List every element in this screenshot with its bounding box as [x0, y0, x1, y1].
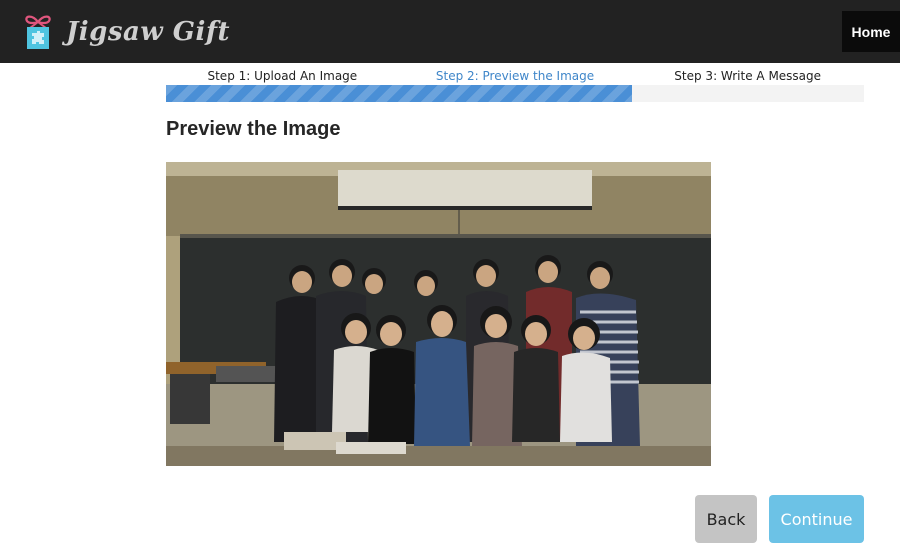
step-preview[interactable]: Step 2: Preview the Image: [399, 69, 632, 85]
brand-name: Jigsaw Gift: [66, 17, 231, 47]
wizard-steps: Step 1: Upload An Image Step 2: Preview …: [166, 69, 864, 85]
group-photo: [166, 162, 711, 466]
gift-puzzle-icon: [25, 15, 51, 49]
progress-bar-fill: [166, 85, 632, 102]
back-button[interactable]: Back: [695, 495, 757, 543]
nav-home-link[interactable]: Home: [842, 11, 900, 52]
step-upload[interactable]: Step 1: Upload An Image: [166, 69, 399, 85]
wizard-progress-bar: [166, 85, 864, 102]
brand-logo-link[interactable]: Jigsaw Gift: [18, 11, 230, 53]
page-title: Preview the Image: [166, 118, 341, 140]
continue-button[interactable]: Continue: [769, 495, 864, 543]
top-navbar: Jigsaw Gift Home: [0, 0, 900, 63]
step-message[interactable]: Step 3: Write A Message: [631, 69, 864, 85]
preview-image: [166, 162, 711, 466]
